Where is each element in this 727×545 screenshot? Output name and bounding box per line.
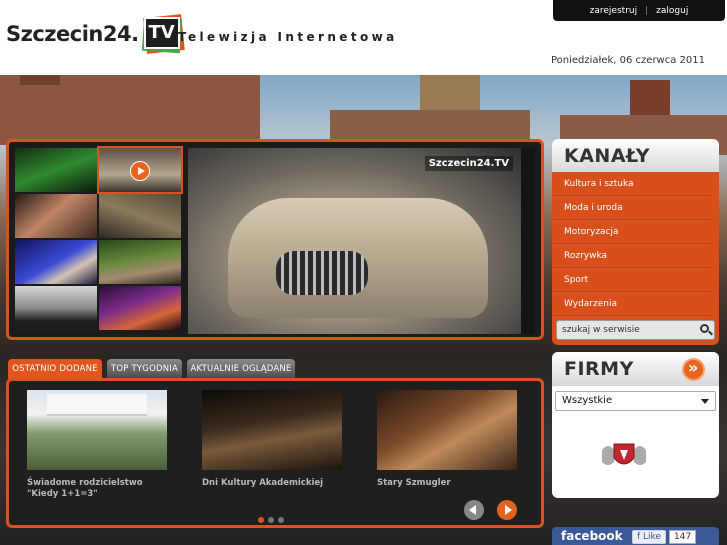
logo-text: Szczecin24.: [6, 22, 139, 46]
auth-bar: zarejestruj | zaloguj: [553, 0, 725, 21]
facebook-like-label: Like: [643, 532, 661, 542]
video-player-panel: Szczecin24.TV: [6, 139, 544, 340]
video-watermark: Szczecin24.TV: [424, 156, 513, 171]
channel-item[interactable]: Sport: [552, 268, 711, 292]
site-header: Szczecin24. TV Telewizja Internetowa zar…: [0, 0, 727, 75]
recent-video-card[interactable]: Świadome rodzicielstwo "Kiedy 1+1=3": [27, 390, 167, 500]
auth-separator: |: [645, 5, 649, 16]
carousel-prev-icon[interactable]: [464, 500, 484, 520]
video-car-grille: [276, 251, 368, 295]
facebook-label: facebook: [561, 529, 623, 543]
channel-item[interactable]: Motoryzacja: [552, 220, 711, 244]
carousel-dot[interactable]: [278, 517, 284, 523]
video-thumbnail-selected[interactable]: [97, 146, 183, 194]
tab-recently-added[interactable]: OSTATNIO DODANE: [8, 359, 102, 379]
facebook-widget: facebook f Like 147: [552, 527, 719, 545]
firms-more-arrow-icon[interactable]: [682, 358, 705, 381]
main-video-frame[interactable]: Szczecin24.TV: [188, 148, 523, 334]
register-link[interactable]: zarejestruj: [590, 6, 637, 16]
logo-tv-badge: TV: [141, 14, 185, 54]
firms-panel: FIRMY Wszystkie: [552, 352, 719, 498]
recent-video-title[interactable]: Stary Szmugler: [377, 478, 517, 489]
background-building: [0, 75, 260, 145]
carousel-dot[interactable]: [268, 517, 274, 523]
video-thumbnail[interactable]: [15, 286, 97, 330]
carousel-next-icon[interactable]: [497, 500, 517, 520]
site-tagline: Telewizja Internetowa: [178, 30, 398, 44]
video-thumbnail[interactable]: [15, 148, 97, 192]
channels-panel: KANAŁY Kultura i sztuka Moda i uroda Mot…: [552, 139, 719, 345]
company-crest-logo[interactable]: [600, 440, 648, 470]
recent-video-title[interactable]: Dni Kultury Akademickiej: [202, 478, 342, 489]
logo-tv-text: TV: [143, 17, 180, 49]
channels-list: Kultura i sztuka Moda i uroda Motoryzacj…: [552, 172, 719, 316]
recent-video-thumbnail[interactable]: [202, 390, 342, 470]
recent-video-card[interactable]: Dni Kultury Akademickiej: [202, 390, 342, 489]
search-icon[interactable]: [700, 324, 709, 333]
carousel-pagination: [258, 517, 284, 523]
channels-title: KANAŁY: [552, 139, 719, 172]
recent-videos-panel: Świadome rodzicielstwo "Kiedy 1+1=3" Dni…: [6, 378, 544, 528]
video-thumbnail[interactable]: [99, 194, 181, 238]
facebook-like-button[interactable]: f Like: [632, 530, 666, 544]
video-thumbnail[interactable]: [15, 194, 97, 238]
search-placeholder: szukaj w serwisie: [562, 325, 640, 335]
recent-video-thumbnail[interactable]: [377, 390, 517, 470]
login-link[interactable]: zaloguj: [656, 6, 688, 16]
facebook-like-count: 147: [669, 530, 697, 544]
site-search-input[interactable]: szukaj w serwisie: [556, 320, 715, 340]
recent-video-thumbnail[interactable]: [27, 390, 167, 470]
page: Szczecin24. TV Telewizja Internetowa zar…: [0, 0, 727, 545]
chevron-down-icon: [701, 399, 709, 404]
current-date: Poniedziałek, 06 czerwca 2011: [550, 55, 705, 66]
video-thumbnail[interactable]: [99, 286, 181, 330]
carousel-dot-active[interactable]: [258, 517, 264, 523]
tab-top-week[interactable]: TOP TYGODNIA: [107, 359, 182, 379]
recent-video-title[interactable]: Świadome rodzicielstwo "Kiedy 1+1=3": [27, 478, 167, 500]
video-thumbnail[interactable]: [15, 240, 97, 284]
recent-video-card[interactable]: Stary Szmugler: [377, 390, 517, 489]
site-logo[interactable]: Szczecin24. TV: [6, 14, 185, 54]
firms-select-value: Wszystkie: [562, 395, 613, 406]
channel-item[interactable]: Kultura i sztuka: [552, 172, 711, 196]
channel-item[interactable]: Moda i uroda: [552, 196, 711, 220]
video-thumbnail[interactable]: [99, 240, 181, 284]
video-thumbnail-grid: [15, 146, 183, 334]
channel-item[interactable]: Rozrywka: [552, 244, 711, 268]
channel-item[interactable]: Wydarzenia: [552, 292, 711, 316]
video-side-strip: [521, 148, 535, 334]
tab-now-watching[interactable]: AKTUALNIE OGLĄDANE: [187, 359, 295, 379]
play-icon[interactable]: [130, 161, 150, 181]
firms-category-select[interactable]: Wszystkie: [555, 391, 716, 411]
